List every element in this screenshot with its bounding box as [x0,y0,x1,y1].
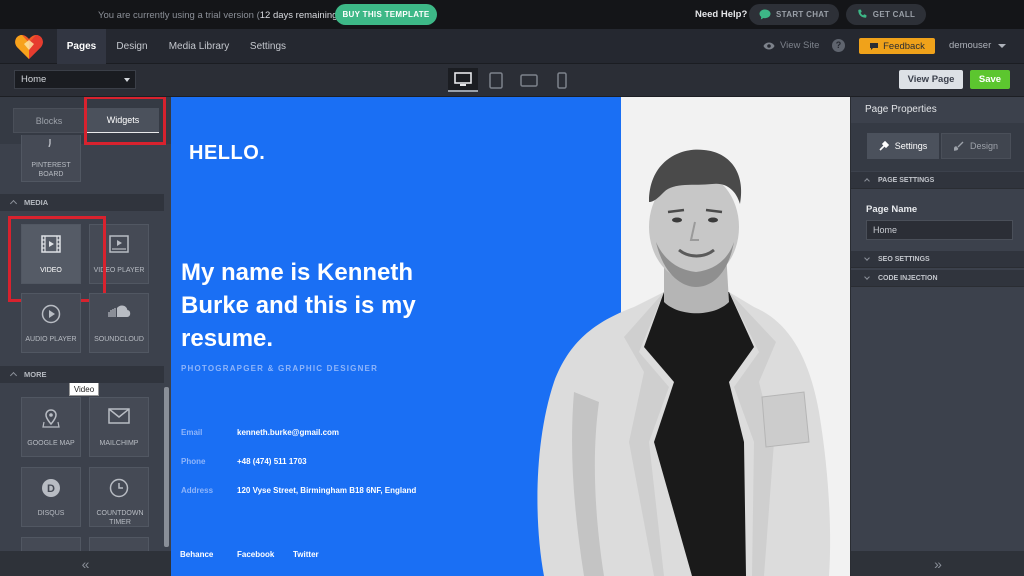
collapse-left-panel-button[interactable]: « [0,551,171,576]
eye-icon [763,42,775,49]
widget-label: PINTEREST BOARD [31,162,71,178]
widget-label: GOOGLE MAP [27,440,75,447]
trial-message: You are currently using a trial version … [98,10,341,21]
social-link-twitter[interactable]: Twitter [293,550,319,559]
nav-tab-design[interactable]: Design [106,29,158,64]
address-value[interactable]: 120 Vyse Street, Birmingham B18 6NF, Eng… [237,486,416,495]
get-call-button[interactable]: GET CALL [846,4,926,25]
envelope-icon [90,408,148,424]
widget-label: AUDIO PLAYER [25,336,77,343]
widget-pinterest-board[interactable]: PINTEREST BOARD [21,135,81,182]
widget-audio-player[interactable]: AUDIO PLAYER [21,293,81,353]
editor-toolbar: Home View Page Save [0,64,1024,97]
main-nav: Pages Design Media Library Settings View… [0,29,1024,64]
widget-countdown-timer[interactable]: COUNTDOWN TIMER [89,467,149,527]
widget-label: DISQUS [37,510,65,517]
feedback-button[interactable]: Feedback [859,38,935,54]
email-value[interactable]: kenneth.burke@gmail.com [237,428,339,437]
help-icon[interactable]: ? [832,39,845,52]
chat-bubble-icon [759,9,771,20]
widget-google-map[interactable]: GOOGLE MAP [21,397,81,457]
soundcloud-icon [90,304,148,318]
nav-tab-settings[interactable]: Settings [240,29,296,64]
hero-heading[interactable]: My name is Kenneth Burke and this is my … [181,256,471,355]
feedback-label: Feedback [883,40,925,52]
brush-icon [953,141,964,151]
phone-icon [858,9,867,18]
page-settings-section[interactable]: PAGE SETTINGS [851,172,1024,189]
play-circle-icon [22,304,80,324]
start-chat-label: START CHAT [776,10,829,19]
start-chat-button[interactable]: START CHAT [749,4,839,25]
address-label: Address [181,486,214,495]
page-select[interactable]: Home [14,70,136,89]
view-site-label: View Site [780,40,820,51]
widgets-panel: Blocks Widgets PINTEREST BOARD MEDIA VID… [0,97,171,576]
svg-text:D: D [47,483,55,495]
widget-soundcloud[interactable]: SOUNDCLOUD [89,293,149,353]
highlight-box [8,216,106,302]
caret-down-icon [124,78,130,82]
trial-bar: You are currently using a trial version … [0,0,1024,29]
code-injection-section[interactable]: CODE INJECTION [851,270,1024,287]
widget-mailchimp[interactable]: MAILCHIMP [89,397,149,457]
hero-subtitle[interactable]: PHOTOGRAPGER & GRAPHIC DESIGNER [181,364,378,373]
phone-value[interactable]: +48 (474) 511 1703 [237,457,307,466]
tab-blocks[interactable]: Blocks [13,108,85,133]
device-mobile-button[interactable] [547,68,577,92]
email-label: Email [181,428,203,437]
mobile-icon [557,71,567,89]
page-name-label: Page Name [866,204,918,215]
page-properties-panel: Page Properties Settings Design PAGE SET… [850,97,1024,576]
view-page-button[interactable]: View Page [899,70,963,89]
user-menu[interactable]: demouser [949,40,991,51]
tab-design-label: Design [969,141,998,151]
more-section-header[interactable]: MORE [0,366,164,383]
clock-icon [90,478,148,498]
device-desktop-button[interactable] [448,68,478,92]
widget-label: MAILCHIMP [99,440,139,447]
get-call-label: GET CALL [872,10,916,19]
speech-icon [870,42,879,50]
tab-design[interactable]: Design [941,133,1011,159]
hello-heading[interactable]: HELLO. [189,142,265,165]
panel-title: Page Properties [865,104,937,115]
scrollbar[interactable] [164,387,169,547]
portrait-photo[interactable] [514,142,834,576]
save-button[interactable]: Save [970,70,1010,89]
social-link-facebook[interactable]: Facebook [237,550,274,559]
need-help-label: Need Help? [695,9,748,20]
page-select-value: Home [21,74,47,85]
nav-tab-pages[interactable]: Pages [57,29,106,64]
disqus-icon: D [22,478,80,498]
page-preview-canvas[interactable]: HELLO. My name is Kenneth Burke and this… [171,97,850,576]
map-pin-icon [22,408,80,428]
tablet-icon [489,71,503,89]
media-section-header[interactable]: MEDIA [0,194,164,211]
view-site-link[interactable]: View Site [763,40,819,51]
widget-label: COUNTDOWN TIMER [96,510,144,526]
device-tablet-landscape-button[interactable] [514,68,544,92]
page-name-input[interactable]: Home [866,220,1013,240]
tablet-landscape-icon [520,73,538,87]
social-link-behance[interactable]: Behance [180,550,213,559]
seo-settings-section[interactable]: SEO SETTINGS [851,251,1024,268]
wrench-icon [879,141,889,151]
tooltip: Video [69,382,99,396]
device-tablet-button[interactable] [481,68,511,92]
phone-label: Phone [181,457,206,466]
right-panel-tabs: Settings Design [851,123,1024,171]
expand-right-panel-button[interactable]: » [851,551,1024,576]
tab-settings[interactable]: Settings [867,133,939,159]
highlight-box [84,97,166,145]
heart-logo-icon[interactable] [14,34,44,60]
buy-template-button[interactable]: BUY THIS TEMPLATE [335,4,437,25]
nav-tab-media-library[interactable]: Media Library [158,29,240,64]
pin-icon [22,139,80,147]
widget-label: SOUNDCLOUD [94,336,144,343]
tab-settings-label: Settings [894,141,928,151]
desktop-icon [454,71,472,86]
caret-down-icon[interactable] [998,44,1006,48]
widget-disqus[interactable]: D DISQUS [21,467,81,527]
